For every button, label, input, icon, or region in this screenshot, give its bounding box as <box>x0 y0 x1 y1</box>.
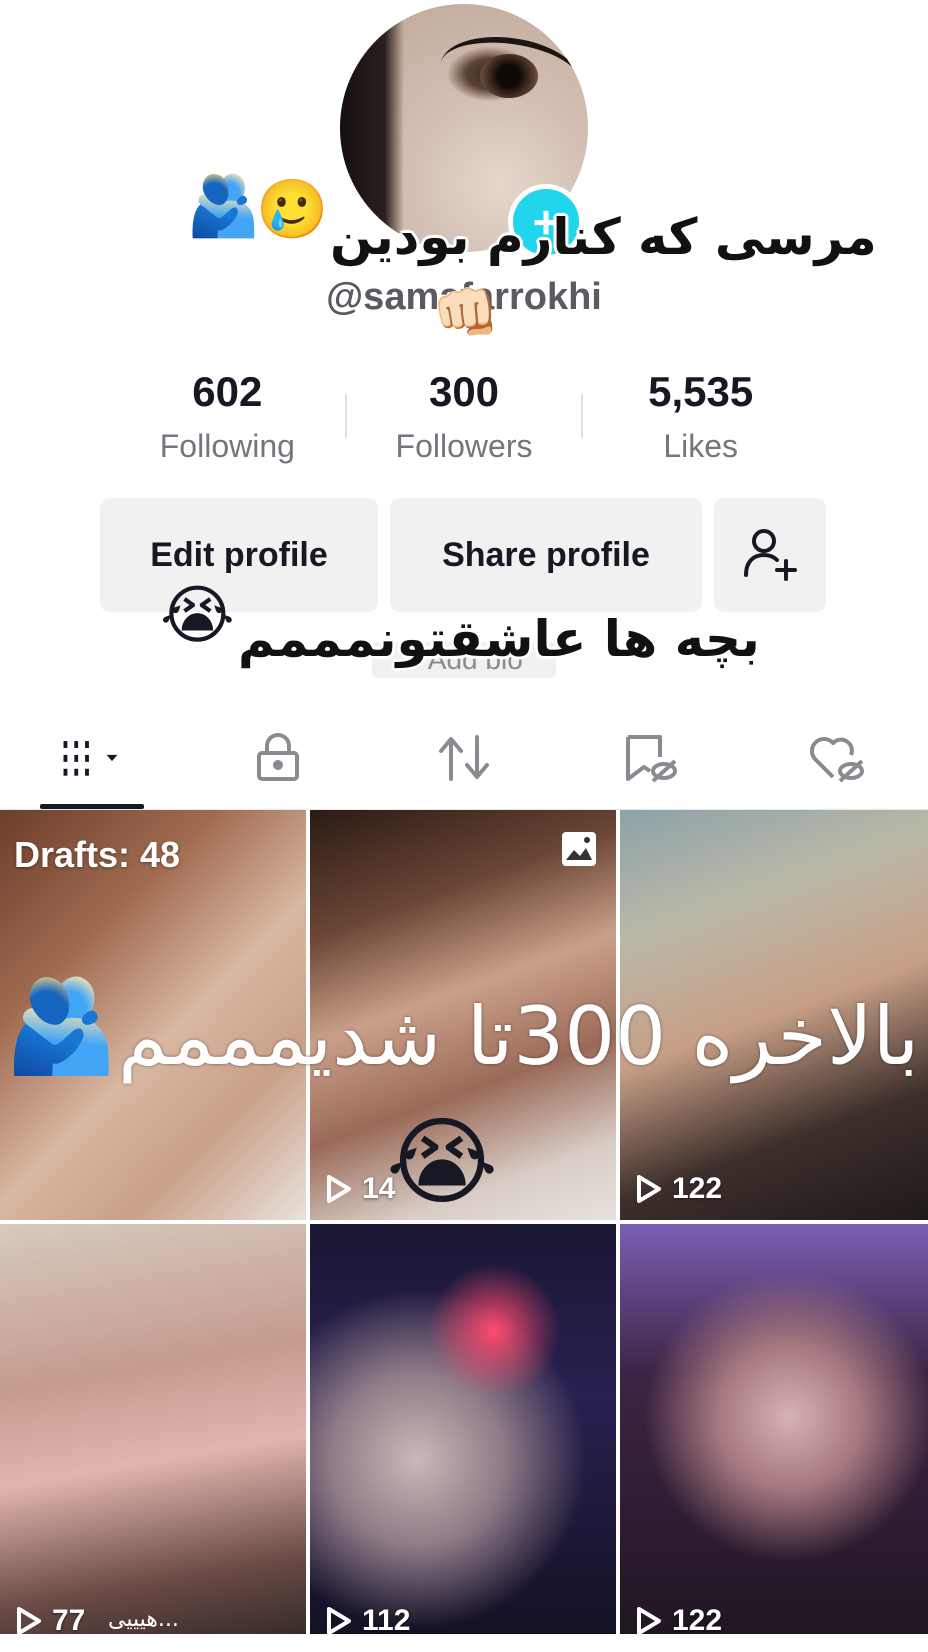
repost-icon <box>439 735 489 781</box>
play-icon <box>637 1175 661 1203</box>
tab-videos[interactable] <box>62 730 122 786</box>
view-count: 14 <box>326 1172 395 1206</box>
photo-icon <box>562 832 596 866</box>
video-tile[interactable]: 77 هیییی... <box>0 1224 306 1652</box>
overlay-caption-mid: بچه ها عاشقتونمممم <box>238 610 760 668</box>
stat-label: Likes <box>663 428 739 464</box>
edit-profile-button[interactable]: Edit profile <box>100 498 378 612</box>
play-icon <box>327 1175 351 1203</box>
stat-value: 5,535 <box>648 368 754 415</box>
video-grid: Drafts: 48 14 122 77 هیییی... 112 122 <box>0 810 928 1652</box>
stat-followers[interactable]: 300 Followers <box>347 368 582 472</box>
view-count: 122 <box>636 1172 722 1206</box>
heart-hidden-icon <box>809 736 864 783</box>
tab-private[interactable] <box>248 730 308 786</box>
view-count-value: 122 <box>672 1604 723 1637</box>
view-count-value: 112 <box>362 1604 411 1637</box>
avatar-eye <box>480 54 538 98</box>
cry-emoji: 😭 <box>386 1106 499 1218</box>
view-count: 112 <box>326 1604 410 1638</box>
stat-likes[interactable]: 5,535 Likes <box>583 368 818 472</box>
stat-value: 602 <box>192 368 263 415</box>
tab-liked[interactable] <box>806 730 866 786</box>
tab-favorites[interactable] <box>620 730 680 786</box>
video-tile[interactable]: 112 <box>310 1224 616 1652</box>
stat-following[interactable]: 602 Following <box>110 368 345 472</box>
view-count-value: 122 <box>672 1172 723 1205</box>
cry-emoji: 😭 <box>160 579 235 653</box>
stat-label: Followers <box>395 428 533 464</box>
bookmark-hidden-icon <box>626 735 677 783</box>
view-count: 122 <box>636 1604 722 1638</box>
view-count: 77 <box>16 1604 85 1638</box>
handwritten-caption: هیییی... <box>108 1607 179 1632</box>
tab-reposts[interactable] <box>434 730 494 786</box>
lock-icon <box>257 733 299 781</box>
video-tile[interactable]: 122 <box>620 1224 928 1652</box>
hug-emoji: 🫂 <box>4 972 119 1079</box>
add-friend-button[interactable] <box>714 498 826 612</box>
bottom-edge <box>0 1634 928 1652</box>
share-profile-button[interactable]: Share profile <box>390 498 702 612</box>
smile-tear-emoji: 🥲 <box>256 175 329 243</box>
profile-stats: 602 Following 300 Followers 5,535 Likes <box>110 368 818 472</box>
active-tab-indicator <box>40 804 144 809</box>
profile-tabs <box>0 700 928 810</box>
view-count-value: 77 <box>52 1604 86 1637</box>
drafts-label: Drafts: 48 <box>14 834 181 875</box>
add-user-icon <box>744 529 797 581</box>
fist-emoji: 👊🏻 <box>432 281 500 344</box>
play-icon <box>637 1607 661 1635</box>
overlay-caption-grid: بالاخره 300تا شدیمممم <box>118 990 920 1083</box>
play-icon <box>17 1607 41 1635</box>
overlay-caption-top: مرسی که کنارم بودین <box>330 208 877 266</box>
stat-label: Following <box>159 428 295 464</box>
hug-emoji: 🫂 <box>186 171 261 241</box>
stat-value: 300 <box>428 368 500 415</box>
grid-icon <box>63 741 118 776</box>
play-icon <box>327 1607 351 1635</box>
